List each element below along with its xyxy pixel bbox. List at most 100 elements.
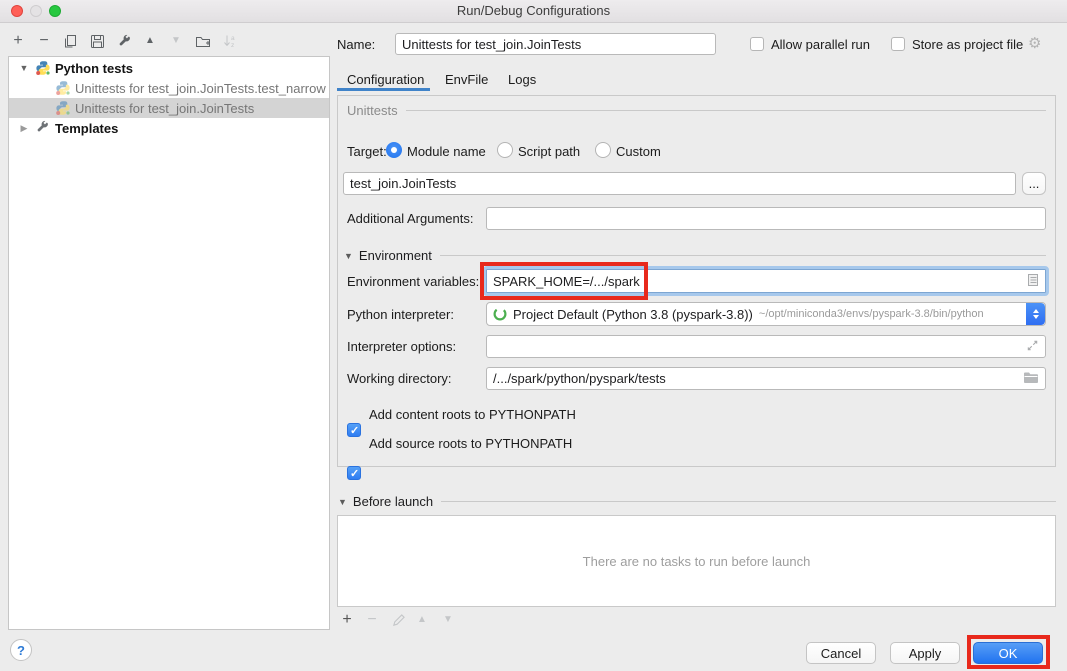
tree-node-templates[interactable]: ▶ Templates <box>9 118 329 138</box>
interpreter-options-label: Interpreter options: <box>347 339 456 354</box>
close-button[interactable] <box>11 5 23 17</box>
tree-node-jointests-selected[interactable]: Unittests for test_join.JoinTests <box>9 98 329 118</box>
help-button[interactable]: ? <box>10 639 32 661</box>
move-task-up-icon: ▲ <box>412 610 432 630</box>
working-directory-input[interactable]: /.../spark/python/pyspark/tests <box>486 367 1046 390</box>
name-label: Name: <box>337 37 375 52</box>
svg-text:a: a <box>231 35 235 42</box>
add-task-button[interactable]: + <box>337 610 357 630</box>
radio-module-name[interactable] <box>386 142 402 158</box>
environment-section-title: Environment <box>359 248 432 263</box>
before-launch-header[interactable]: ▼ Before launch <box>338 494 1056 509</box>
radio-module-name-label: Module name <box>407 144 486 159</box>
new-folder-icon[interactable] <box>193 31 213 51</box>
working-directory-label: Working directory: <box>347 371 452 386</box>
sort-alphabetically-icon: az <box>220 31 240 51</box>
add-source-roots-label: Add source roots to PYTHONPATH <box>369 436 572 451</box>
tree-node-label: Python tests <box>55 61 133 76</box>
conda-env-icon <box>493 307 507 321</box>
environment-variables-focus-ring: SPARK_HOME=/.../spark <box>483 266 1049 296</box>
active-tab-underline <box>337 88 430 91</box>
environment-variables-input[interactable]: SPARK_HOME=/.../spark <box>486 269 1046 293</box>
gear-icon[interactable]: ⚙ <box>1028 36 1041 51</box>
configurations-tree: ▼ Python tests Unittests for test_join.J… <box>8 56 330 630</box>
cancel-button[interactable]: Cancel <box>806 642 876 664</box>
add-content-roots-label: Add content roots to PYTHONPATH <box>369 407 576 422</box>
add-source-roots-checkbox[interactable] <box>347 466 361 480</box>
before-launch-task-list[interactable]: There are no tasks to run before launch <box>337 515 1056 607</box>
paste-list-icon[interactable] <box>1027 273 1039 290</box>
radio-script-path[interactable] <box>497 142 513 158</box>
group-divider-line <box>406 110 1046 111</box>
remove-task-button: − <box>362 610 382 630</box>
move-task-down-icon: ▼ <box>438 610 458 630</box>
environment-variables-value: SPARK_HOME=/.../spark <box>493 274 640 289</box>
radio-custom-label: Custom <box>616 144 661 159</box>
interpreter-options-input[interactable] <box>486 335 1046 358</box>
target-module-input[interactable]: test_join.JoinTests <box>343 172 1016 195</box>
tree-node-python-tests[interactable]: ▼ Python tests <box>9 58 329 78</box>
section-divider-line <box>440 255 1046 256</box>
python-interpreter-label: Python interpreter: <box>347 307 454 322</box>
additional-arguments-input[interactable] <box>486 207 1046 230</box>
templates-wrench-icon <box>35 120 51 136</box>
copy-configuration-icon[interactable] <box>60 31 80 51</box>
tree-node-label: Unittests for test_join.JoinTests <box>75 101 254 116</box>
add-configuration-button[interactable]: + <box>8 31 28 51</box>
radio-custom[interactable] <box>595 142 611 158</box>
target-module-value: test_join.JoinTests <box>350 176 456 191</box>
section-collapse-caret-icon[interactable]: ▼ <box>338 497 347 507</box>
additional-arguments-label: Additional Arguments: <box>347 211 473 226</box>
store-as-project-file-checkbox[interactable] <box>891 37 905 51</box>
python-interpreter-value: Project Default (Python 3.8 (pyspark-3.8… <box>513 307 753 322</box>
tree-node-label: Unittests for test_join.JoinTests.test_n… <box>75 81 326 96</box>
name-value: Unittests for test_join.JoinTests <box>402 37 581 52</box>
zoom-button[interactable] <box>49 5 61 17</box>
svg-text:z: z <box>231 42 234 49</box>
python-test-icon <box>55 100 71 116</box>
allow-parallel-run-checkbox[interactable] <box>750 37 764 51</box>
unittests-group-title: Unittests <box>347 103 398 118</box>
title-bar: Run/Debug Configurations <box>0 0 1067 23</box>
ok-button[interactable]: OK <box>973 642 1043 664</box>
help-label: ? <box>17 643 25 658</box>
ok-label: OK <box>999 646 1018 661</box>
move-up-icon[interactable]: ▲ <box>140 31 160 51</box>
python-tests-icon <box>35 60 51 76</box>
python-test-icon <box>55 80 71 96</box>
before-launch-title: Before launch <box>353 494 433 509</box>
window-title: Run/Debug Configurations <box>457 3 610 18</box>
tab-logs[interactable]: Logs <box>508 72 536 87</box>
name-input[interactable]: Unittests for test_join.JoinTests <box>395 33 716 55</box>
store-as-project-file-label: Store as project file <box>912 37 1023 52</box>
target-label: Target: <box>347 144 387 159</box>
add-content-roots-checkbox[interactable] <box>347 423 361 437</box>
section-divider-line <box>441 501 1056 502</box>
browse-target-button[interactable]: ... <box>1022 172 1046 195</box>
environment-variables-label: Environment variables: <box>347 274 479 289</box>
environment-section-header[interactable]: ▼ Environment <box>344 248 1046 263</box>
tab-envfile[interactable]: EnvFile <box>445 72 488 87</box>
edit-task-pencil-icon <box>388 610 408 630</box>
remove-configuration-button[interactable]: − <box>34 31 54 51</box>
tab-configuration[interactable]: Configuration <box>347 72 424 87</box>
tree-node-test-narrow[interactable]: Unittests for test_join.JoinTests.test_n… <box>9 78 329 98</box>
apply-button[interactable]: Apply <box>890 642 960 664</box>
collapsed-caret-icon[interactable]: ▶ <box>19 123 29 134</box>
select-spinner-icon[interactable] <box>1026 303 1045 325</box>
browse-target-label: ... <box>1029 176 1040 191</box>
apply-label: Apply <box>909 646 942 661</box>
cancel-label: Cancel <box>821 646 861 661</box>
section-collapse-caret-icon[interactable]: ▼ <box>344 251 353 261</box>
allow-parallel-run-label: Allow parallel run <box>771 37 870 52</box>
folder-icon[interactable] <box>1023 371 1039 387</box>
expand-field-icon[interactable] <box>1026 339 1039 355</box>
save-configuration-icon[interactable] <box>87 31 107 51</box>
move-down-icon: ▼ <box>166 31 186 51</box>
tree-node-label: Templates <box>55 121 118 136</box>
minimize-button <box>30 5 42 17</box>
python-interpreter-select[interactable]: Project Default (Python 3.8 (pyspark-3.8… <box>486 302 1046 326</box>
expanded-caret-icon[interactable]: ▼ <box>19 63 29 73</box>
python-interpreter-path: ~/opt/miniconda3/envs/pyspark-3.8/bin/py… <box>759 308 984 320</box>
edit-templates-wrench-icon[interactable] <box>114 31 134 51</box>
